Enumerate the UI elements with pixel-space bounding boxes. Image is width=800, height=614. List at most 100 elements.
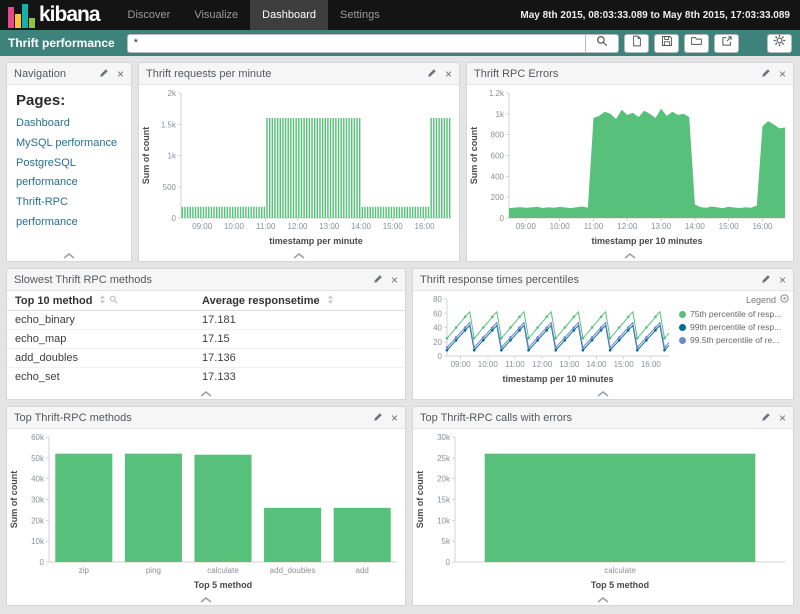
time-range-picker[interactable]: May 8th 2015, 08:03:33.089 to May 8th 20… [520,10,800,21]
svg-text:15:00: 15:00 [614,360,635,369]
svg-text:12:00: 12:00 [617,222,638,231]
chevron-up-icon [200,384,212,402]
panel-title: Thrift response times percentiles [420,274,579,286]
panel-slowest-thrift-rpc-methods: Slowest Thrift RPC methods × Top 10 meth… [6,268,406,400]
search-button[interactable] [585,34,619,53]
close-panel-button[interactable]: × [391,274,398,286]
svg-text:11:00: 11:00 [505,360,525,369]
svg-text:10:00: 10:00 [224,222,245,231]
nav-item-settings[interactable]: Settings [328,0,392,30]
nav-link-dashboard[interactable]: Dashboard [16,114,122,134]
folder-open-icon [690,34,703,52]
svg-text:0: 0 [172,214,177,223]
collapse-panel-button[interactable] [7,592,405,605]
save-dashboard-button[interactable] [654,34,679,53]
column-header-avg-responsetime[interactable]: Average responsetime [194,291,405,311]
close-panel-button[interactable]: × [117,68,124,80]
chevron-up-icon [624,246,636,264]
collapse-panel-button[interactable] [413,592,793,605]
nav-item-discover[interactable]: Discover [116,0,183,30]
svg-text:11:00: 11:00 [584,222,604,231]
panel-header: Navigation × [7,63,131,85]
legend-label: 99.5th percentile of re... [690,334,779,347]
svg-text:1.2k: 1.2k [489,89,505,98]
legend-label: 75th percentile of resp... [690,308,781,321]
edit-panel-button[interactable] [761,274,771,286]
panel-navigation: Navigation × Pages: Dashboard MySQL perf… [6,62,132,262]
chevron-up-icon [200,590,212,608]
legend-item[interactable]: 99.5th percentile of re... [679,334,789,347]
close-panel-button[interactable]: × [779,68,786,80]
kibana-logo-bars-icon [8,2,36,28]
panel-title: Thrift RPC Errors [474,68,558,80]
sort-icon [99,295,106,307]
collapse-panel-button[interactable] [7,386,405,399]
chevron-up-icon [293,246,305,264]
svg-text:09:00: 09:00 [516,222,537,231]
options-button[interactable] [767,34,792,53]
svg-text:Sum of count: Sum of count [9,471,19,529]
close-panel-button[interactable]: × [391,412,398,424]
load-dashboard-button[interactable] [684,34,709,53]
svg-text:30k: 30k [31,496,45,505]
collapse-panel-button[interactable] [139,248,459,261]
collapse-panel-button[interactable] [7,248,131,261]
edit-panel-button[interactable] [761,412,771,424]
svg-text:0: 0 [500,214,505,223]
nav-link-postgresql-performance[interactable]: PostgreSQL performance [16,154,122,194]
requests-per-minute-chart[interactable]: 05001k1.5k2kSum of counttimestamp per mi… [139,85,459,248]
legend-items: 75th percentile of resp...99th percentil… [679,308,789,348]
legend-item[interactable]: 99th percentile of resp... [679,321,789,334]
panel-header: Thrift requests per minute × [139,63,459,85]
svg-text:60: 60 [433,309,442,318]
top-errors-chart[interactable]: 05k10k15k20k25k30kSum of countTop 5 meth… [413,429,793,592]
svg-text:Top 5 method: Top 5 method [591,580,649,590]
svg-text:zip: zip [79,566,90,575]
svg-text:200: 200 [491,193,505,202]
share-dashboard-button[interactable] [714,34,739,53]
svg-text:25k: 25k [437,454,451,463]
nav-link-thrift-rpc-performance[interactable]: Thrift-RPC performance [16,193,122,233]
percentiles-chart[interactable]: 020406080timestamp per 10 minutes09:0010… [413,291,677,386]
collapse-panel-button[interactable] [413,386,793,399]
edit-panel-button[interactable] [99,68,109,80]
share-icon [721,34,733,52]
legend-item[interactable]: 75th percentile of resp... [679,308,789,321]
edit-panel-button[interactable] [373,412,383,424]
pencil-icon [427,68,437,80]
column-header-method[interactable]: Top 10 method [7,291,194,311]
edit-panel-button[interactable] [761,68,771,80]
nav-item-dashboard[interactable]: Dashboard [250,0,328,30]
svg-text:0: 0 [438,352,443,361]
collapse-panel-button[interactable] [467,248,793,261]
panel-thrift-response-times-percentiles: Thrift response times percentiles × 0204… [412,268,794,400]
svg-text:16:00: 16:00 [415,222,436,231]
svg-text:ping: ping [146,566,161,575]
rpc-errors-chart[interactable]: 02004006008001k1.2kSum of counttimestamp… [467,85,793,248]
svg-text:Sum of count: Sum of count [415,471,425,529]
panel-title: Top Thrift-RPC methods [14,412,132,424]
close-panel-button[interactable]: × [779,274,786,286]
table-row: add_doubles17.136 [7,349,405,368]
nav-item-visualize[interactable]: Visualize [182,0,250,30]
edit-panel-button[interactable] [427,68,437,80]
edit-panel-button[interactable] [373,274,383,286]
legend-toggle-icon[interactable] [780,294,789,305]
top-methods-chart[interactable]: 010k20k30k40k50k60kSum of countTop 5 met… [7,429,405,592]
new-dashboard-button[interactable] [624,34,649,53]
table-row: echo_binary17.181 [7,311,405,330]
legend-dot-icon [679,337,686,344]
svg-text:0: 0 [446,558,451,567]
legend-label: 99th percentile of resp... [690,321,781,334]
svg-text:60k: 60k [31,433,45,442]
close-panel-button[interactable]: × [445,68,452,80]
nav-link-mysql-performance[interactable]: MySQL performance [16,134,122,154]
pencil-icon [373,274,383,286]
pencil-icon [761,274,771,286]
search-column-icon [109,295,118,307]
kibana-logo[interactable]: kibana [0,0,108,30]
search-input[interactable] [127,34,585,53]
close-panel-button[interactable]: × [779,412,786,424]
chevron-up-icon [597,590,609,608]
legend-title: Legend [746,295,776,305]
